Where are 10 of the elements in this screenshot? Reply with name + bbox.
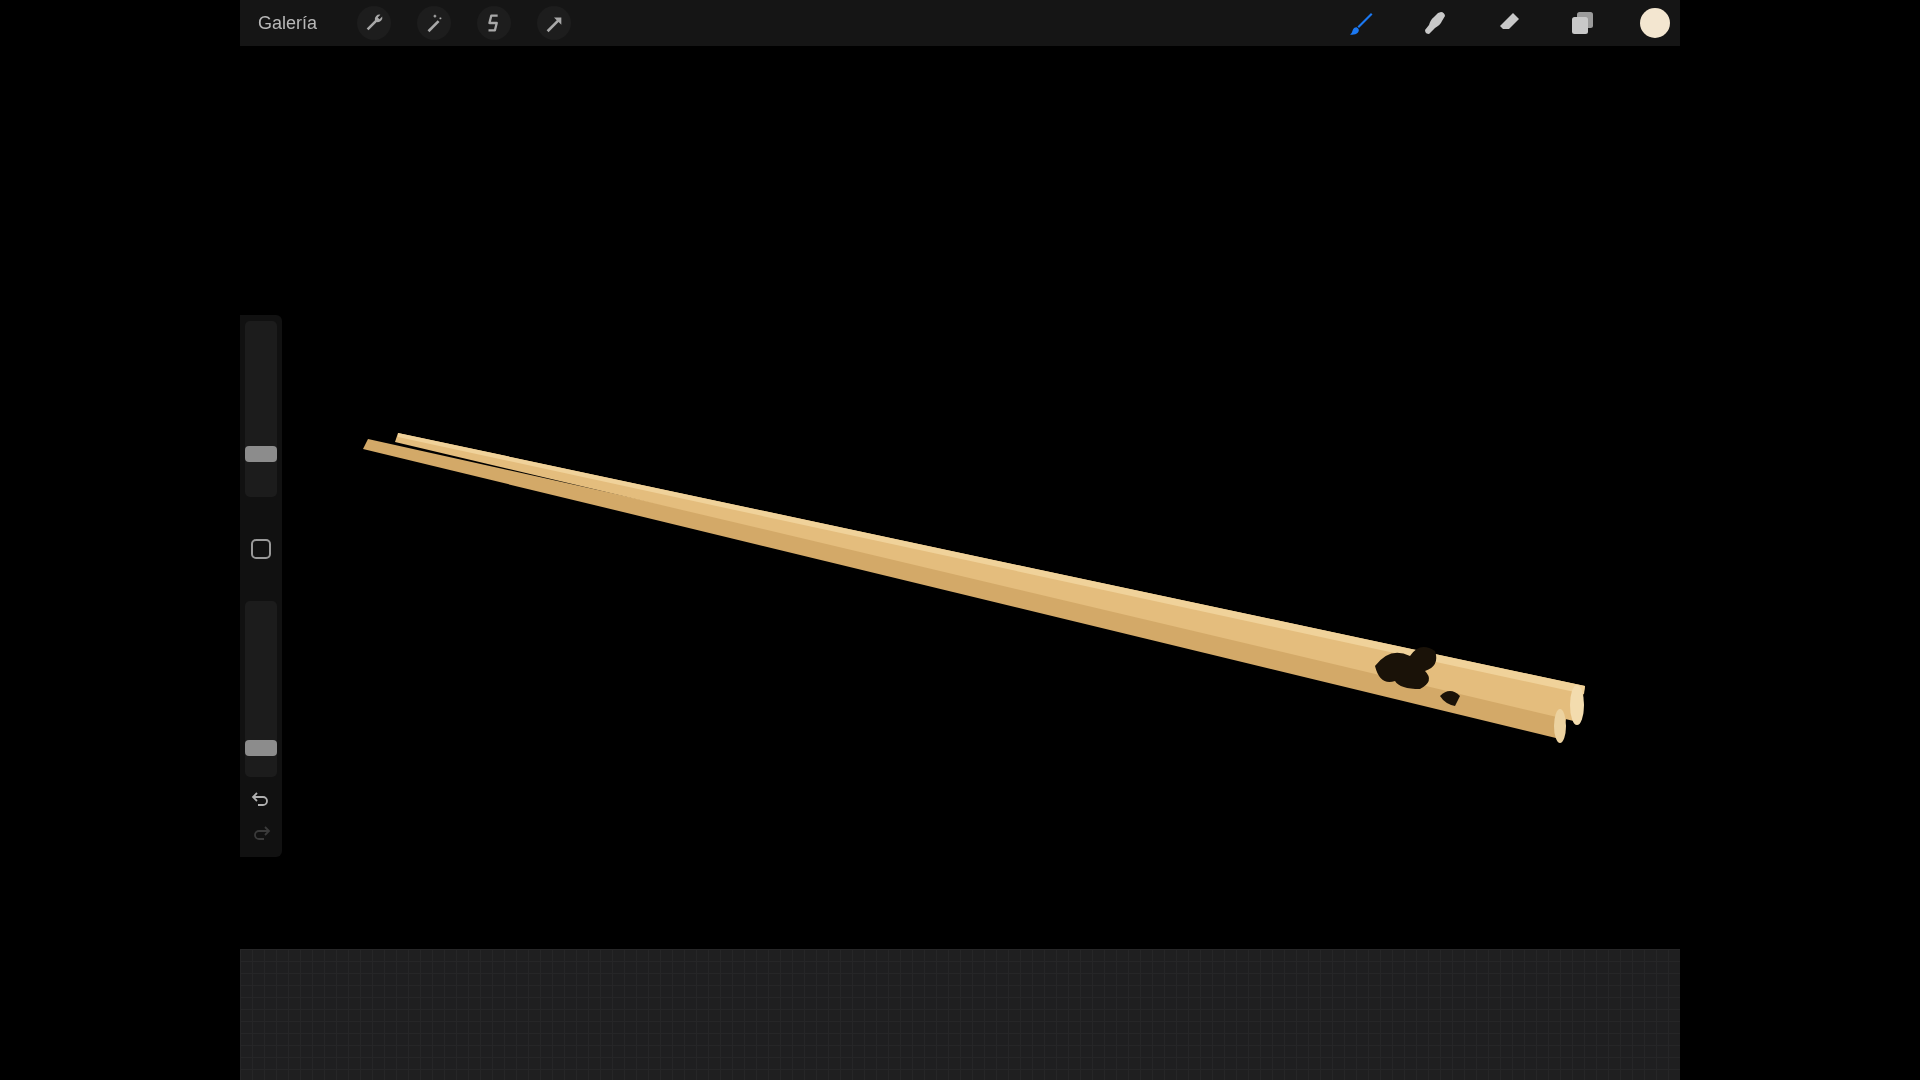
opacity-slider[interactable]: [245, 601, 277, 777]
brush-size-slider[interactable]: [245, 321, 277, 497]
magic-wand-icon[interactable]: [417, 6, 452, 40]
slider-handle[interactable]: [245, 445, 277, 462]
gallery-button[interactable]: Galería: [258, 12, 318, 34]
wrench-icon[interactable]: [357, 6, 392, 40]
selection-icon[interactable]: [477, 6, 512, 40]
square-button[interactable]: [251, 539, 271, 559]
slider-handle[interactable]: [245, 739, 277, 756]
color-swatch[interactable]: [1640, 8, 1670, 38]
